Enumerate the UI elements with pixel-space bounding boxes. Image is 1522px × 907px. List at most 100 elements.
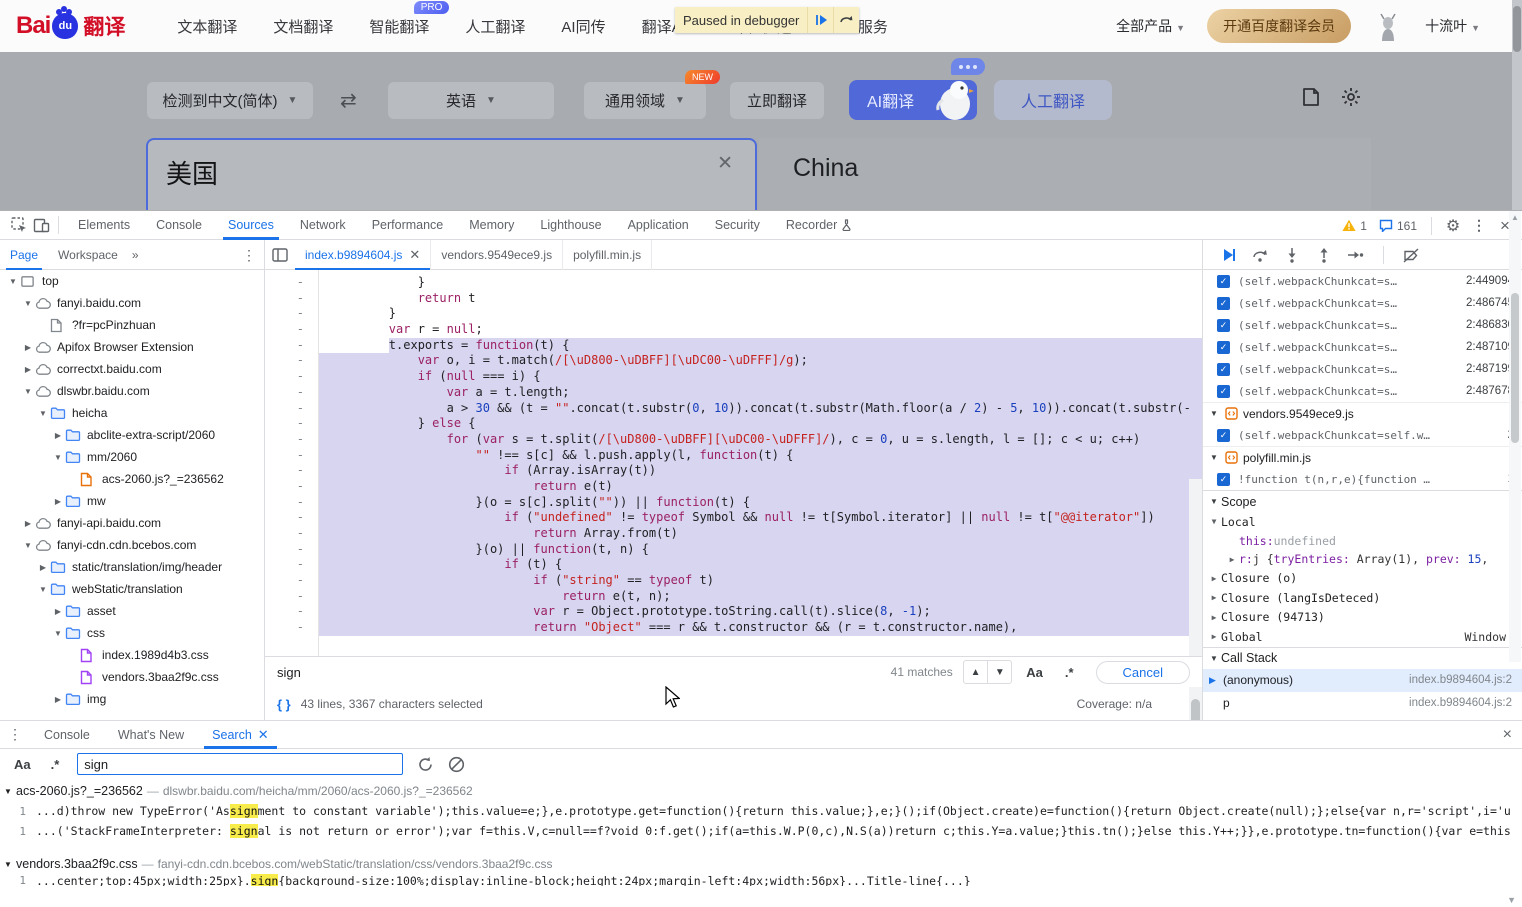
scope-section-local[interactable]: ▼ Local: [1203, 512, 1522, 532]
breakpoint-item[interactable]: ✓ (self.webpackChunkcat=s… 2:487109: [1203, 336, 1522, 358]
code-line[interactable]: return t: [319, 291, 1202, 307]
breakpoint-item[interactable]: ✓(self.webpackChunkcat=self.w…2: [1203, 424, 1522, 446]
code-line[interactable]: return Array.from(t): [319, 526, 1202, 542]
tree-item-acs-2060-js-236562[interactable]: acs-2060.js?_=236562: [0, 468, 264, 490]
gutter-line-marker[interactable]: -: [265, 510, 318, 526]
code-line[interactable]: if ("undefined" != typeof Symbol && null…: [319, 510, 1202, 526]
ai-translate-tab[interactable]: AI翻译: [849, 58, 985, 120]
source-language-select[interactable]: 检测到中文(简体) ▼: [147, 82, 313, 119]
breakpoint-item[interactable]: ✓ (self.webpackChunkcat=s… 2:449094: [1203, 270, 1522, 292]
tree-item-fanyi-cdn-cdn-bcebos-com[interactable]: ▼ fanyi-cdn.cdn.bcebos.com: [0, 534, 264, 556]
gutter-line-marker[interactable]: -: [265, 604, 318, 620]
drawer-close-icon[interactable]: ×: [1503, 726, 1512, 744]
editor-tab-polyfill[interactable]: polyfill.min.js: [563, 240, 653, 270]
devtools-tab-console[interactable]: Console: [143, 211, 215, 240]
code-line[interactable]: return e(t, n);: [319, 588, 1202, 605]
breakpoint-item[interactable]: ✓ (self.webpackChunkcat=s… 2:487678: [1203, 380, 1522, 402]
breakpoint-item[interactable]: ✓ (self.webpackChunkcat=s… 2:487199: [1203, 358, 1522, 380]
code-content[interactable]: } return t } var r = null; t.exports = f…: [319, 275, 1202, 636]
devtools-tab-sources[interactable]: Sources: [215, 211, 287, 240]
step-over-button[interactable]: [1249, 244, 1271, 266]
regex-toggle[interactable]: .*: [1065, 665, 1074, 680]
breakpoint-file-group[interactable]: ▼ vendors.9549ece9.js: [1203, 402, 1522, 424]
gutter-line-marker[interactable]: -: [265, 526, 318, 542]
search-result-match[interactable]: 1 ...('StackFrameInterpreter: signal is n…: [0, 821, 1510, 841]
drawer-tab-whats-new[interactable]: What's New: [104, 721, 198, 749]
tree-item-img[interactable]: ▶ img: [0, 688, 264, 710]
code-line[interactable]: if (null === i) {: [319, 369, 1202, 385]
tree-item-static-translation-img-header[interactable]: ▶ static/translation/img/header: [0, 556, 264, 578]
baidu-logo[interactable]: Bai du 翻译: [16, 9, 125, 41]
gutter-line-marker[interactable]: -: [265, 463, 318, 479]
devtools-tab-elements[interactable]: Elements: [65, 211, 143, 240]
code-line[interactable]: "" !== s[c] && l.push.apply(l, function(…: [319, 447, 1202, 464]
gutter-line-marker[interactable]: -: [265, 620, 318, 636]
breakpoint-checkbox[interactable]: ✓: [1217, 362, 1230, 376]
gutter-line-marker[interactable]: -: [265, 369, 318, 385]
vip-button[interactable]: 开通百度翻译会员: [1207, 9, 1352, 43]
gutter-line-marker[interactable]: -: [265, 495, 318, 511]
tree-item-fanyi-api-baidu-com[interactable]: ▶ fanyi-api.baidu.com: [0, 512, 264, 534]
tree-item-dlswbr-baidu-com[interactable]: ▼ dlswbr.baidu.com: [0, 380, 264, 402]
scope-variable-this[interactable]: this: undefined: [1203, 532, 1522, 551]
drawer-tab-console[interactable]: Console: [30, 721, 104, 749]
step-over-icon[interactable]: [833, 7, 859, 33]
code-line[interactable]: for (var s = t.split(/[\uD800-\uDBFF][\u…: [319, 431, 1202, 448]
gutter-line-marker[interactable]: -: [265, 432, 318, 448]
source-text-panel[interactable]: 美国 ✕: [146, 138, 757, 210]
step-button[interactable]: [1345, 244, 1367, 266]
code-line[interactable]: }: [319, 306, 1202, 322]
tab-workspace[interactable]: Workspace: [48, 240, 128, 270]
close-search-tab-icon[interactable]: ✕: [258, 727, 269, 743]
gutter-line-marker[interactable]: -: [265, 306, 318, 322]
tree-item-correctxt-baidu-com[interactable]: ▶ correctxt.baidu.com: [0, 358, 264, 380]
tree-item-index-1989d4b3-css[interactable]: index.1989d4b3.css: [0, 644, 264, 666]
gutter-line-marker[interactable]: -: [265, 291, 318, 307]
code-line[interactable]: }(o) || function(t, n) {: [319, 541, 1202, 558]
refresh-search-icon[interactable]: [417, 756, 434, 773]
breakpoint-checkbox[interactable]: ✓: [1217, 340, 1230, 354]
gutter-line-marker[interactable]: -: [265, 322, 318, 338]
close-tab-icon[interactable]: ✕: [409, 247, 420, 263]
scope-section-global[interactable]: ▶ Global Window: [1203, 627, 1522, 647]
code-line[interactable]: if (Array.isArray(t)): [319, 463, 1202, 479]
code-line[interactable]: var r = null;: [319, 322, 1202, 338]
human-translate-tab[interactable]: 人工翻译: [994, 80, 1112, 120]
code-line[interactable]: t.exports = function(t) {: [319, 337, 1202, 354]
gutter-line-marker[interactable]: -: [265, 479, 318, 495]
tree-item-fanyi-baidu-com[interactable]: ▼ fanyi.baidu.com: [0, 292, 264, 314]
code-line[interactable]: var o, i = t.match(/[\uD800-\uDBFF][\uDC…: [319, 353, 1202, 370]
gutter-line-marker[interactable]: -: [265, 589, 318, 605]
gutter-line-marker[interactable]: -: [265, 353, 318, 369]
tree-item-top[interactable]: ▼ top: [0, 270, 264, 292]
sidebar-scrollbar[interactable]: ▲: [1509, 211, 1521, 662]
devtools-tab-security[interactable]: Security: [702, 211, 773, 240]
issues-badge[interactable]: 161: [1375, 219, 1421, 233]
drawer-tab-search[interactable]: Search ✕: [198, 721, 283, 749]
devtools-menu-icon[interactable]: ⋮: [1468, 215, 1490, 237]
scope-section-closure-o-[interactable]: ▶ Closure (o): [1203, 569, 1522, 589]
editor-tab-vendors[interactable]: vendors.9549ece9.js: [431, 240, 564, 270]
tree-item-apifox-browser-extension[interactable]: ▶ Apifox Browser Extension: [0, 336, 264, 358]
previous-match-button[interactable]: ▲: [964, 661, 988, 683]
breakpoint-checkbox[interactable]: ✓: [1217, 274, 1230, 288]
gutter-line-marker[interactable]: -: [265, 557, 318, 573]
device-toolbar-icon[interactable]: [30, 214, 52, 236]
nav-item-3[interactable]: 人工翻译: [465, 16, 525, 37]
editor-tab-index[interactable]: index.b9894604.js ✕: [295, 240, 432, 270]
next-match-button[interactable]: ▼: [987, 661, 1011, 683]
username-menu[interactable]: 十流叶 ▼: [1425, 16, 1480, 36]
cancel-button[interactable]: Cancel: [1095, 660, 1190, 684]
search-match-case-toggle[interactable]: Aa: [14, 757, 31, 772]
nav-item-4[interactable]: AI同传: [561, 16, 605, 37]
step-into-button[interactable]: [1281, 244, 1303, 266]
warnings-badge[interactable]: 1: [1338, 219, 1371, 233]
search-result-file[interactable]: ▼ acs-2060.js?_=236562— dlswbr.baidu.com/h…: [0, 781, 1510, 801]
settings-gear-icon[interactable]: [1340, 86, 1362, 113]
all-products-menu[interactable]: 全部产品 ▼: [1116, 16, 1185, 36]
source-text[interactable]: 美国: [166, 154, 218, 191]
breakpoint-item[interactable]: ✓ (self.webpackChunkcat=s… 2:486745: [1203, 292, 1522, 314]
code-line[interactable]: if ("string" == typeof t): [319, 573, 1202, 589]
tab-page[interactable]: Page: [0, 240, 48, 270]
breakpoint-checkbox[interactable]: ✓: [1217, 428, 1230, 442]
